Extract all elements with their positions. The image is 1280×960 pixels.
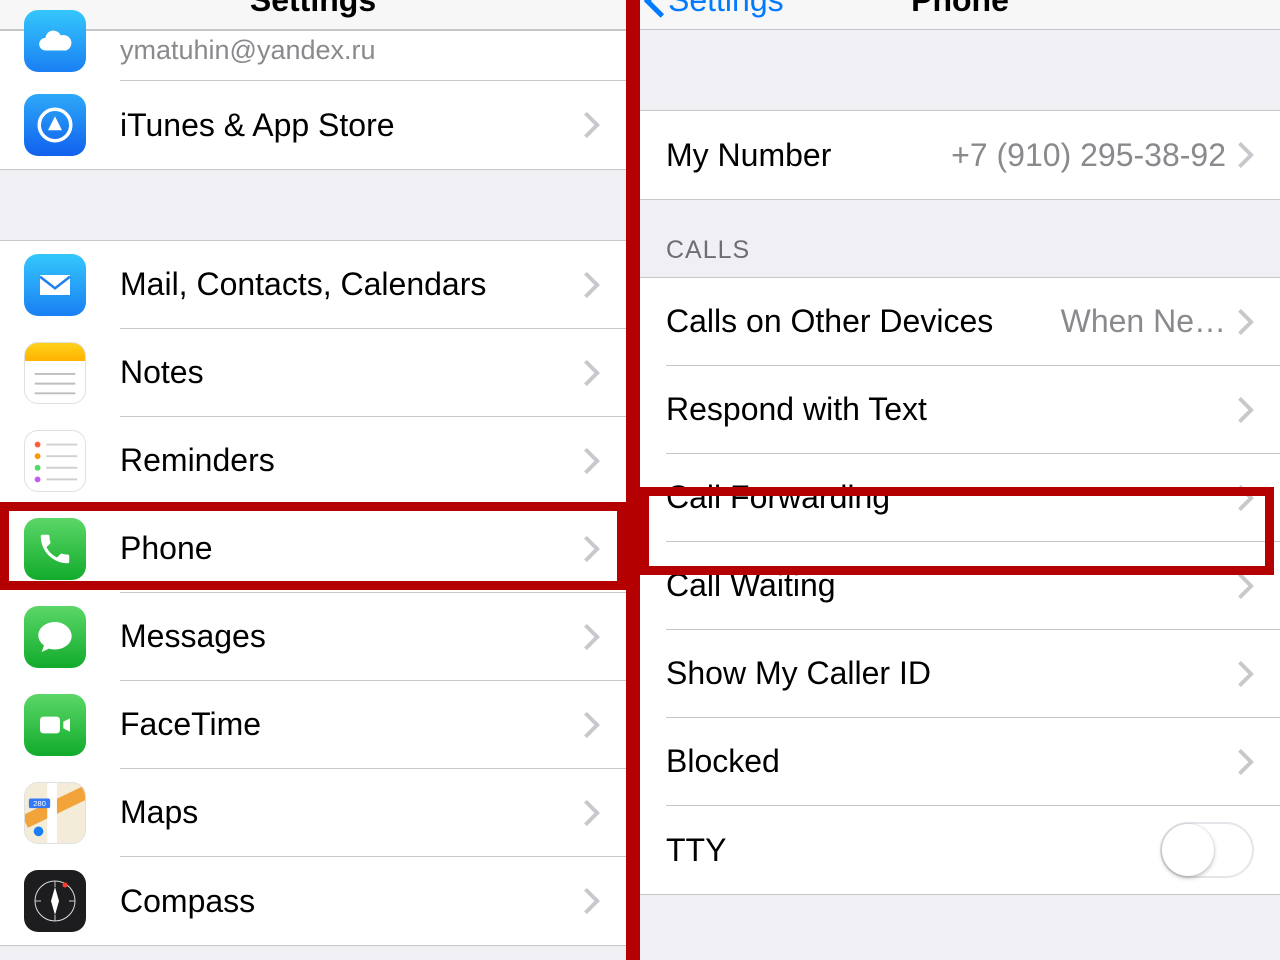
group-apps: Mail, Contacts, Calendars Notes Remi <box>0 240 626 946</box>
notes-label: Notes <box>120 354 584 391</box>
messages-label: Messages <box>120 618 584 655</box>
row-compass[interactable]: Compass <box>0 857 626 945</box>
notes-icon <box>24 342 86 404</box>
switch-knob <box>1162 824 1214 876</box>
my-number-label: My Number <box>666 137 951 174</box>
calls-other-devices-label: Calls on Other Devices <box>666 303 993 340</box>
row-call-waiting[interactable]: Call Waiting <box>640 542 1280 630</box>
row-maps[interactable]: 280 Maps <box>0 769 626 857</box>
chevron-right-icon <box>584 360 600 386</box>
chevron-right-icon <box>1238 485 1254 511</box>
appstore-icon <box>24 94 86 156</box>
back-label: Settings <box>668 0 784 19</box>
facetime-icon <box>24 694 86 756</box>
blocked-label: Blocked <box>666 743 1238 780</box>
mail-icon <box>24 254 86 316</box>
row-icloud[interactable]: ymatuhin@yandex.ru <box>0 31 626 81</box>
appstore-label: iTunes & App Store <box>120 107 584 144</box>
group-spacer <box>0 170 626 240</box>
respond-label: Respond with Text <box>666 391 1238 428</box>
row-my-number[interactable]: My Number +7 (910) 295-38-92 <box>640 111 1280 199</box>
chevron-right-icon <box>584 112 600 138</box>
chevron-right-icon <box>584 800 600 826</box>
row-mail[interactable]: Mail, Contacts, Calendars <box>0 241 626 329</box>
svg-text:280: 280 <box>33 799 46 808</box>
group-my-number: My Number +7 (910) 295-38-92 <box>640 110 1280 200</box>
reminders-label: Reminders <box>120 442 584 479</box>
chevron-right-icon <box>584 272 600 298</box>
facetime-label: FaceTime <box>120 706 584 743</box>
calls-other-devices-detail: When Ne… <box>1007 303 1226 340</box>
messages-icon <box>24 606 86 668</box>
row-tty[interactable]: TTY <box>640 806 1280 894</box>
settings-navbar: Settings <box>0 0 626 30</box>
my-number-value: +7 (910) 295-38-92 <box>951 137 1226 174</box>
chevron-right-icon <box>584 624 600 650</box>
chevron-right-icon <box>584 888 600 914</box>
row-calls-other-devices[interactable]: Calls on Other Devices When Ne… <box>640 278 1280 366</box>
compass-label: Compass <box>120 883 584 920</box>
chevron-right-icon <box>584 536 600 562</box>
chevron-right-icon <box>584 712 600 738</box>
tty-label: TTY <box>666 832 1160 869</box>
phone-label: Phone <box>120 530 584 567</box>
settings-pane: Settings ymatuhin@yandex.ru iTunes & App… <box>0 0 640 960</box>
row-show-caller-id[interactable]: Show My Caller ID <box>640 630 1280 718</box>
mail-label: Mail, Contacts, Calendars <box>120 266 584 303</box>
row-reminders[interactable]: Reminders <box>0 417 626 505</box>
callerid-label: Show My Caller ID <box>666 655 1238 692</box>
row-appstore[interactable]: iTunes & App Store <box>0 81 626 169</box>
row-notes[interactable]: Notes <box>0 329 626 417</box>
row-blocked[interactable]: Blocked <box>640 718 1280 806</box>
row-messages[interactable]: Messages <box>0 593 626 681</box>
icloud-icon <box>24 10 86 72</box>
waiting-label: Call Waiting <box>666 567 1238 604</box>
row-respond-with-text[interactable]: Respond with Text <box>640 366 1280 454</box>
settings-title: Settings <box>250 0 376 19</box>
spacer <box>640 30 1280 110</box>
row-facetime[interactable]: FaceTime <box>0 681 626 769</box>
reminders-icon <box>24 430 86 492</box>
group-apple-services: ymatuhin@yandex.ru iTunes & App Store <box>0 30 626 170</box>
phone-settings-pane: Settings Phone My Number +7 (910) 295-38… <box>640 0 1280 960</box>
compass-icon <box>24 870 86 932</box>
phone-icon <box>24 518 86 580</box>
group-calls: Calls on Other Devices When Ne… Respond … <box>640 277 1280 895</box>
chevron-right-icon <box>584 448 600 474</box>
forwarding-label: Call Forwarding <box>666 479 1238 516</box>
chevron-right-icon <box>1238 309 1254 335</box>
maps-icon: 280 <box>24 782 86 844</box>
phone-navbar: Settings Phone <box>640 0 1280 30</box>
tty-switch[interactable] <box>1160 822 1254 878</box>
icloud-email: ymatuhin@yandex.ru <box>120 35 376 66</box>
back-button[interactable]: Settings <box>644 0 784 19</box>
chevron-right-icon <box>1238 573 1254 599</box>
chevron-right-icon <box>1238 749 1254 775</box>
maps-label: Maps <box>120 794 584 831</box>
phone-title: Phone <box>911 0 1009 19</box>
chevron-right-icon <box>1238 661 1254 687</box>
chevron-right-icon <box>1238 142 1254 168</box>
chevron-right-icon <box>1238 397 1254 423</box>
row-call-forwarding[interactable]: Call Forwarding <box>640 454 1280 542</box>
row-phone[interactable]: Phone <box>0 505 626 593</box>
calls-header: CALLS <box>640 200 1280 277</box>
